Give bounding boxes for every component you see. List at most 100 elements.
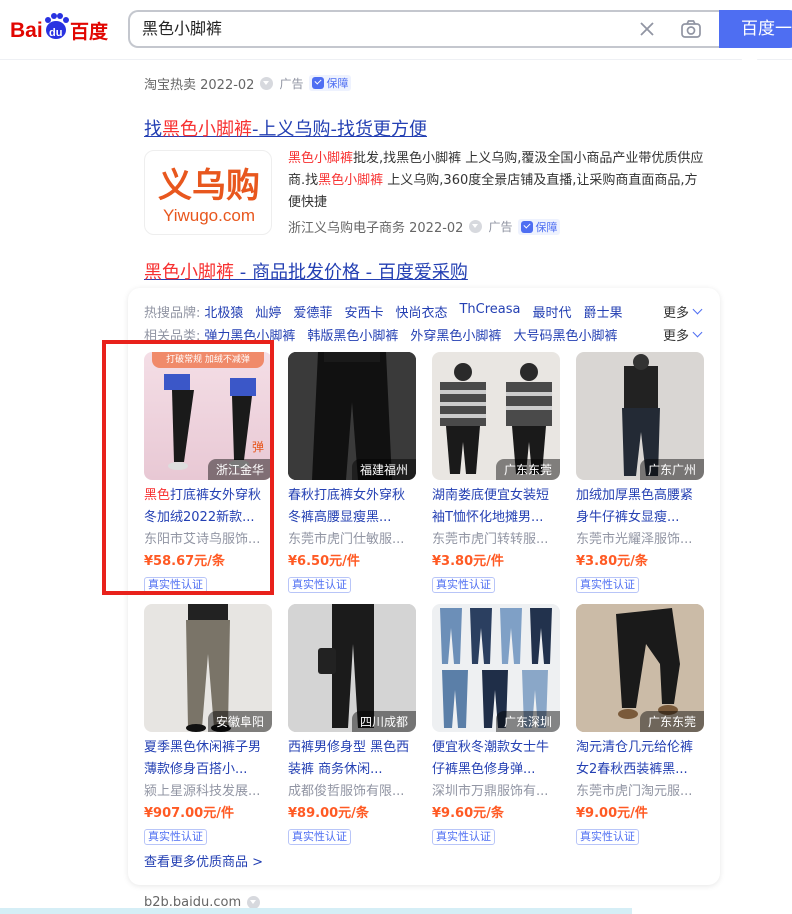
result-description: 黑色小脚裤批发,找黑色小脚裤 上义乌购,覆汲全国小商品产业带优质供应商.找黑色小… (288, 148, 708, 214)
more-products-link[interactable]: 查看更多优质商品 > (144, 851, 263, 870)
cert-badge[interactable]: 真实性认证 (144, 829, 207, 845)
cert-badge[interactable]: 真实性认证 (288, 577, 351, 593)
product-seller[interactable]: 东莞市光耀泽服饰... (576, 529, 704, 551)
brand-tag[interactable]: 北极猿 (204, 302, 243, 322)
logo-cn: 义乌购 (158, 166, 260, 206)
product-price: ¥9.00元/件 (576, 806, 648, 821)
product-image[interactable]: 福建福州 (288, 352, 416, 480)
svg-text:百度: 百度 (70, 20, 109, 43)
brand-tag[interactable]: 爵士果 (584, 302, 623, 322)
product-seller[interactable]: 东莞市虎门淘元服... (576, 781, 704, 803)
product-image[interactable]: 广东东莞 (432, 352, 560, 480)
product-seller[interactable]: 深圳市万鼎服饰有... (432, 781, 560, 803)
product-title[interactable]: 加绒加厚黑色高腰紧身牛仔裤女显瘦... (576, 485, 704, 529)
dropdown-icon[interactable] (469, 220, 483, 233)
location-badge: 安徽阜阳 (207, 711, 272, 732)
product-image[interactable]: 安徽阜阳 (144, 604, 272, 732)
brand-tag[interactable]: 最时代 (533, 302, 572, 322)
yiwugo-logo: 义乌购 Yiwugo.com (158, 166, 260, 225)
product-item[interactable]: 四川成都 西裤男修身型 黑色西装裤 商务休闲... 成都俊哲服饰有限... ¥8… (288, 604, 416, 845)
product-title[interactable]: 春秋打底裤女外穿秋冬裤高腰显瘦黑... (288, 485, 416, 529)
product-title[interactable]: 便宜秋冬潮款女士牛仔裤黑色修身弹... (432, 737, 560, 781)
product-price: ¥6.50元/件 (288, 554, 360, 569)
related-tag[interactable]: 外穿黑色小脚裤 (410, 325, 501, 345)
camera-icon[interactable] (680, 18, 702, 40)
location-badge: 广东深圳 (495, 711, 560, 732)
title-highlight: 黑色小脚裤 (144, 262, 234, 283)
brand-tag[interactable]: 快尚衣态 (395, 302, 447, 322)
product-seller[interactable]: 颍上星源科技发展... (144, 781, 272, 803)
location-badge: 广东东莞 (639, 711, 704, 732)
product-item[interactable]: 广东东莞 湖南娄底便宜女装短袖T恤怀化地摊男... 东莞市虎门转转服... ¥3… (432, 352, 560, 593)
source-text: 淘宝热卖 2022-02 (144, 77, 255, 93)
title-highlight: 黑色小脚裤 (162, 119, 252, 140)
more-brands-button[interactable]: 更多 (663, 302, 703, 321)
yiwugo-logo-image[interactable]: 义乌购 Yiwugo.com (144, 150, 272, 235)
product-title[interactable]: 淘元清仓几元给伦裤女2春秋西装裤黑... (576, 737, 704, 781)
product-item[interactable]: 广东东莞 淘元清仓几元给伦裤女2春秋西装裤黑... 东莞市虎门淘元服... ¥9… (576, 604, 704, 845)
shield-check-icon (312, 77, 325, 89)
clear-icon[interactable] (638, 20, 656, 38)
title-part: - 商品批发价格 - 百度爱采购 (234, 262, 468, 283)
cert-badge[interactable]: 真实性认证 (432, 577, 495, 593)
product-image[interactable]: 广东东莞 (576, 604, 704, 732)
top-bar: Bai du 百度 黑色小脚裤 百度一下 (0, 0, 792, 77)
product-item[interactable]: 广东广州 加绒加厚黑色高腰紧身牛仔裤女显瘦... 东莞市光耀泽服饰... ¥3.… (576, 352, 704, 593)
cert-badge[interactable]: 真实性认证 (432, 829, 495, 845)
result-meta: 浙江义乌购电子商务 2022-02 广告 保障 (288, 217, 561, 236)
location-badge: 四川成都 (351, 711, 416, 732)
protect-badge[interactable]: 保障 (309, 75, 352, 91)
result-title-yiwugo[interactable]: 找黑色小脚裤-上义乌购-找货更方便 (144, 115, 427, 141)
cert-badge[interactable]: 真实性认证 (576, 577, 639, 593)
title-part: -上义乌购-找货更方便 (252, 119, 427, 140)
hot-brands-label: 热搜品牌: (144, 306, 201, 321)
product-title[interactable]: 西裤男修身型 黑色西装裤 商务休闲... (288, 737, 416, 781)
brand-tag[interactable]: 安西卡 (344, 302, 383, 322)
search-input[interactable]: 黑色小脚裤 (142, 12, 222, 46)
hot-brands-row: 热搜品牌: 北极猿 灿婷 爱德菲 安西卡 快尚衣态 ThCreasa 最时代 爵… (144, 302, 635, 322)
shield-check-icon (521, 220, 534, 233)
result-title-aicaigou[interactable]: 黑色小脚裤 - 商品批发价格 - 百度爱采购 (144, 258, 468, 284)
product-image[interactable]: 广东深圳 (432, 604, 560, 732)
ad-label: 广告 (279, 76, 304, 91)
product-seller[interactable]: 东莞市虎门转转服... (432, 529, 560, 551)
chevron-down-icon (692, 304, 703, 315)
search-box[interactable]: 黑色小脚裤 (128, 10, 719, 48)
dropdown-icon[interactable] (260, 76, 274, 90)
product-item[interactable]: 广东深圳 便宜秋冬潮款女士牛仔裤黑色修身弹... 深圳市万鼎服饰有... ¥9.… (432, 604, 560, 845)
source-line: 淘宝热卖 2022-02 广告 保障 (144, 74, 352, 93)
related-tag[interactable]: 大号码黑色小脚裤 (513, 325, 617, 345)
cert-badge[interactable]: 真实性认证 (288, 829, 351, 845)
location-badge: 福建福州 (351, 459, 416, 480)
product-item[interactable]: 安徽阜阳 夏季黑色休闲裤子男薄款修身百搭小... 颍上星源科技发展... ¥90… (144, 604, 272, 845)
more-label: 更多 (663, 306, 690, 321)
cert-badge[interactable]: 真实性认证 (576, 829, 639, 845)
highlight-annotation-box (102, 340, 274, 595)
more-label: 更多 (663, 329, 690, 344)
product-title[interactable]: 夏季黑色休闲裤子男薄款修身百搭小... (144, 737, 272, 781)
desc-highlight: 黑色小脚裤 (288, 151, 354, 166)
search-button[interactable]: 百度一下 (719, 10, 792, 77)
related-tag[interactable]: 韩版黑色小脚裤 (307, 325, 398, 345)
product-image[interactable]: 广东广州 (576, 352, 704, 480)
ad-label: 广告 (488, 220, 513, 234)
logo-en: Yiwugo.com (163, 206, 255, 225)
location-badge: 广东东莞 (495, 459, 560, 480)
product-item[interactable]: 福建福州 春秋打底裤女外穿秋冬裤高腰显瘦黑... 东莞市虎门仕敏服... ¥6.… (288, 352, 416, 593)
svg-text:du: du (49, 27, 62, 39)
product-price: ¥89.00元/条 (288, 806, 369, 821)
brand-tag[interactable]: 灿婷 (255, 302, 281, 322)
more-related-button[interactable]: 更多 (663, 325, 703, 344)
bottom-strip (0, 908, 632, 914)
product-seller[interactable]: 东莞市虎门仕敏服... (288, 529, 416, 551)
protect-badge[interactable]: 保障 (518, 218, 561, 235)
protect-label: 保障 (535, 220, 558, 234)
baidu-logo[interactable]: Bai du 百度 (10, 12, 114, 46)
brand-tag[interactable]: ThCreasa (459, 302, 520, 322)
desc-highlight: 黑色小脚裤 (318, 173, 384, 188)
product-price: ¥3.80元/件 (432, 554, 504, 569)
product-seller[interactable]: 成都俊哲服饰有限... (288, 781, 416, 803)
product-image[interactable]: 四川成都 (288, 604, 416, 732)
brand-tag[interactable]: 爱德菲 (293, 302, 332, 322)
product-title[interactable]: 湖南娄底便宜女装短袖T恤怀化地摊男... (432, 485, 560, 529)
